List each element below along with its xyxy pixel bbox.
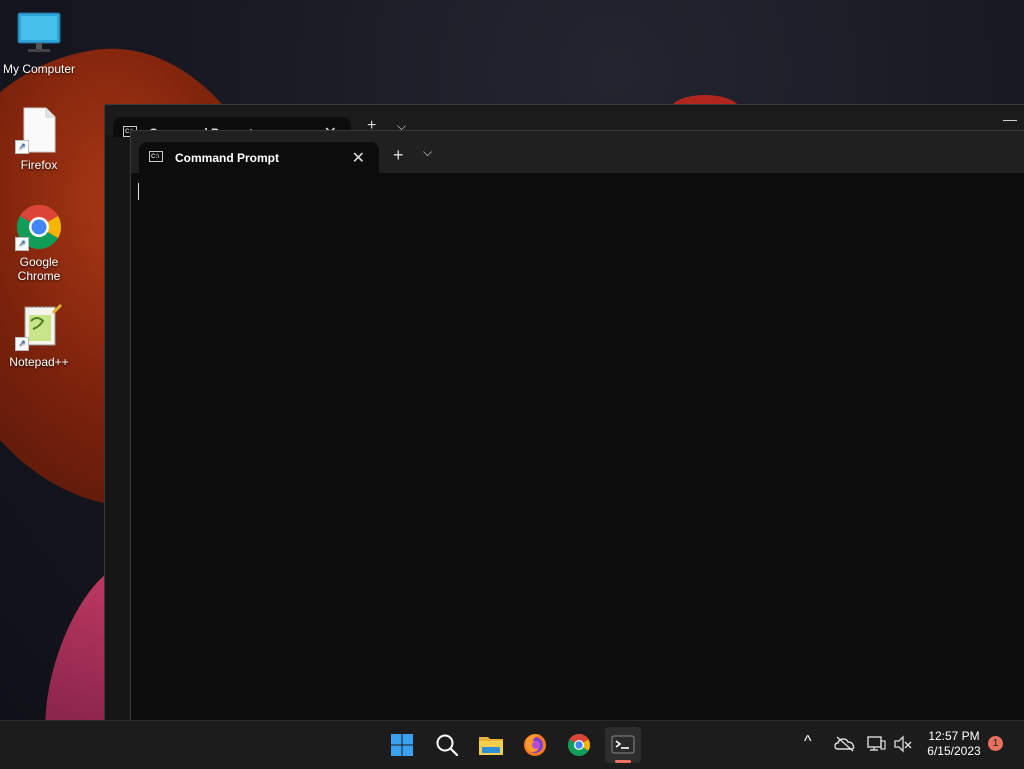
start-icon xyxy=(391,734,413,756)
firefox-icon xyxy=(524,734,546,756)
desktop-icon-google-chrome[interactable]: ↗ Google Chrome xyxy=(1,203,77,283)
desktop-icon-firefox[interactable]: ↗ Firefox xyxy=(1,106,77,172)
terminal-button[interactable] xyxy=(605,727,641,763)
file-explorer-icon xyxy=(479,737,503,755)
chevron-down-icon[interactable]: ⌵ xyxy=(423,145,432,160)
desktop-icon-label: My Computer xyxy=(2,62,76,76)
active-app-indicator xyxy=(615,760,631,763)
shortcut-arrow-icon: ↗ xyxy=(15,337,29,351)
desktop-icon-notepad-plus-plus[interactable]: ↗ Notepad++ xyxy=(1,303,77,369)
firefox-button[interactable] xyxy=(517,727,553,763)
shortcut-arrow-icon: ↗ xyxy=(15,140,29,154)
onedrive-icon[interactable] xyxy=(834,735,856,758)
terminal-window-front[interactable]: C:\ Command Prompt ✕ + ⌵ xyxy=(130,130,1024,720)
clock-time: 12:57 PM xyxy=(928,729,980,743)
monitor-icon xyxy=(15,10,63,58)
clock[interactable]: 12:57 PM 6/15/2023 xyxy=(918,729,990,759)
chrome-icon: ↗ xyxy=(15,203,63,251)
desktop-icon-my-computer[interactable]: My Computer xyxy=(1,10,77,76)
chrome-icon xyxy=(568,734,590,756)
search-icon xyxy=(436,734,459,757)
clock-date: 6/15/2023 xyxy=(927,744,981,758)
terminal-output-area[interactable] xyxy=(131,173,1024,720)
desktop-icon-label: Firefox xyxy=(20,158,58,172)
volume-muted-icon[interactable] xyxy=(893,735,913,758)
desktop: My Computer ↗ Firefox ↗ Google Chrome ↗ … xyxy=(0,0,1024,720)
terminal-icon xyxy=(611,735,635,754)
desktop-icon-label: Google Chrome xyxy=(17,255,61,283)
taskbar: ^ 12:57 PM 6/15/2023 xyxy=(0,720,1024,769)
desktop-icon-label: Notepad++ xyxy=(9,355,69,369)
search-button[interactable] xyxy=(429,727,465,763)
notepad-plus-plus-icon: ↗ xyxy=(15,303,63,351)
text-cursor xyxy=(138,183,139,200)
chrome-button[interactable] xyxy=(561,727,597,763)
network-icon[interactable] xyxy=(866,735,886,758)
minimize-button[interactable]: — xyxy=(1003,111,1017,127)
tab-bar: C:\ Command Prompt ✕ + ⌵ xyxy=(131,131,1024,173)
blank-file-icon: ↗ xyxy=(15,106,63,154)
file-explorer-button[interactable] xyxy=(473,727,509,763)
start-button[interactable] xyxy=(384,727,420,763)
new-tab-button[interactable]: + xyxy=(393,145,404,166)
tab-command-prompt[interactable]: C:\ Command Prompt ✕ xyxy=(139,142,379,173)
shortcut-arrow-icon: ↗ xyxy=(15,237,29,251)
show-hidden-icons-button[interactable]: ^ xyxy=(804,733,812,751)
notification-badge[interactable]: 1 xyxy=(988,736,1003,751)
cmd-icon: C:\ xyxy=(149,151,163,162)
tab-title: Command Prompt xyxy=(175,151,280,165)
close-tab-button[interactable]: ✕ xyxy=(352,148,365,168)
